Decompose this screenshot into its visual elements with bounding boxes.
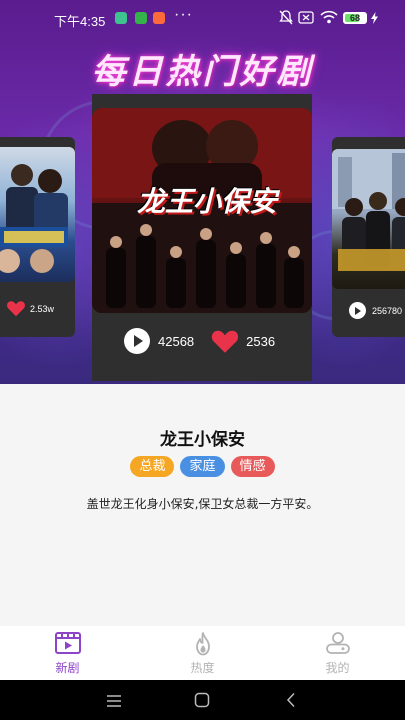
heart-icon [212, 330, 239, 353]
app-notification-icon [135, 12, 147, 24]
tag-romance[interactable]: 情感 [230, 456, 275, 477]
nav-label: 新剧 [55, 661, 80, 675]
charging-icon [371, 12, 378, 24]
poster-left [0, 147, 75, 282]
nav-item-new-dramas[interactable]: 新剧 [0, 626, 135, 680]
battery-level: 68 [349, 13, 360, 23]
drama-description: 盖世龙王化身小保安,保卫女总裁一方平安。 [86, 497, 319, 511]
drama-details: 龙王小保安 总裁 家庭 情感 盖世龙王化身小保安,保卫女总裁一方平安。 [0, 384, 405, 626]
app-notification-icon [115, 12, 127, 24]
poster-center: 龙王小保安 [92, 108, 312, 313]
tag-list: 总裁 家庭 情感 [0, 456, 405, 477]
left-card-stats: 2.53w [6, 300, 54, 317]
battery-indicator: 68 [343, 12, 367, 24]
app-notification-icon [153, 12, 165, 24]
mute-icon [279, 10, 293, 25]
center-card-stats: 42568 2536 [124, 328, 275, 354]
home-icon[interactable] [194, 692, 210, 708]
poster-right-art [332, 149, 405, 271]
drama-title: 龙王小保安 [160, 430, 245, 450]
nav-label: 热度 [190, 661, 215, 675]
center-card-plays: 42568 [158, 333, 195, 349]
play-count-icon [124, 328, 150, 354]
tag-family[interactable]: 家庭 [180, 456, 225, 477]
back-icon[interactable] [286, 692, 296, 708]
system-navigation-bar [0, 680, 405, 720]
menu-icon[interactable] [106, 694, 122, 708]
play-count-icon [349, 302, 366, 319]
more-notifications-icon: ··· [174, 6, 193, 23]
sim-off-icon [298, 11, 314, 24]
banner-title: 每日热门好剧 [91, 52, 314, 92]
nav-label: 我的 [325, 661, 350, 675]
nav-item-trending[interactable]: 热度 [135, 626, 270, 680]
left-card-likes: 2.53w [30, 303, 55, 314]
film-icon [54, 632, 81, 654]
flame-icon [195, 632, 210, 656]
right-card-plays: 256780 [372, 305, 403, 316]
poster-right [332, 149, 405, 289]
bottom-nav: 新剧 热度 我的 [0, 626, 405, 680]
poster-left-art [0, 164, 68, 273]
wifi-icon [320, 10, 338, 24]
heart-icon [7, 301, 25, 317]
right-card-stats: 256780 [349, 302, 402, 319]
poster-center-title: 龙王小保安 [136, 185, 277, 218]
drama-card-center[interactable]: 龙王小保安 42568 2536 [92, 94, 312, 381]
status-time: 下午4:35 [54, 14, 106, 29]
hero-banner: 每日热门好剧 2.53w 龙王小保安 42568 2536 256780 [0, 0, 405, 384]
user-icon [325, 632, 350, 654]
nav-item-profile[interactable]: 我的 [270, 626, 405, 680]
drama-card-left[interactable]: 2.53w [0, 137, 75, 337]
center-card-likes: 2536 [246, 333, 276, 349]
status-bar: 下午4:35 ··· 68 [0, 0, 405, 36]
tag-ceo[interactable]: 总裁 [130, 456, 175, 477]
drama-card-right[interactable]: 256780 [332, 137, 405, 337]
